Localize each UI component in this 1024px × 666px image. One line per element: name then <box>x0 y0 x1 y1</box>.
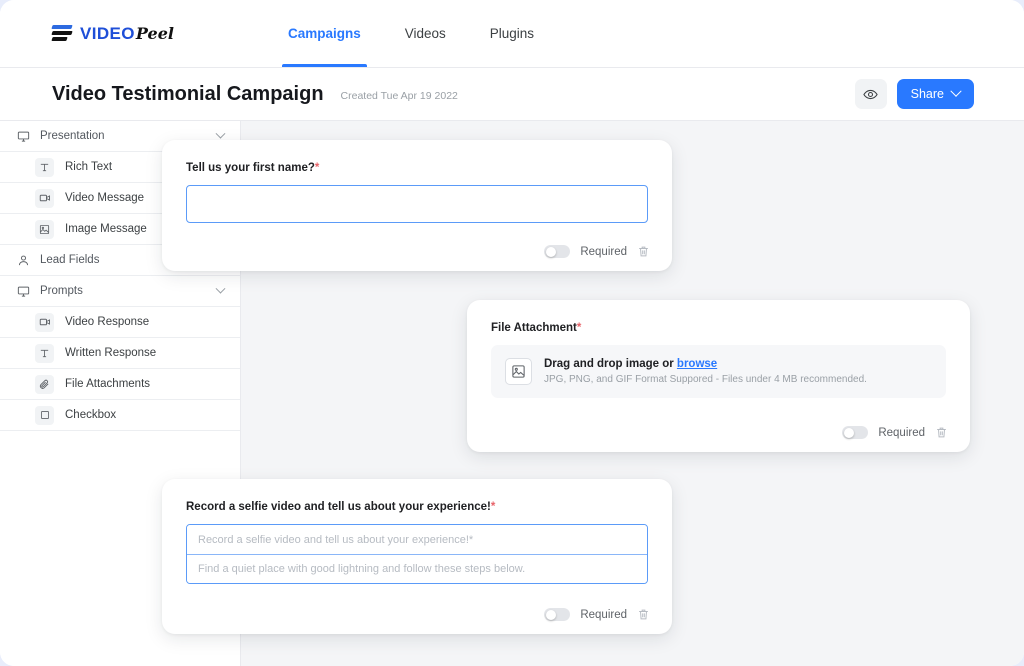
delete-button[interactable] <box>637 245 650 258</box>
card-first-name: Tell us your first name?* Required <box>162 140 672 271</box>
sidebar-item-label: Image Message <box>65 223 147 235</box>
sidebar-item-checkbox[interactable]: Checkbox <box>0 400 240 431</box>
page-title: Video Testimonial Campaign <box>52 83 324 106</box>
sidebar-item-label: Checkbox <box>65 409 116 421</box>
image-icon <box>35 220 54 239</box>
sidebar-item-label: File Attachments <box>65 378 150 390</box>
tab-plugins[interactable]: Plugins <box>468 0 556 67</box>
chevron-down-icon[interactable] <box>216 283 226 293</box>
sidebar-group-prompts[interactable]: Prompts <box>0 276 240 307</box>
sidebar-item-written-response[interactable]: Written Response <box>0 338 240 369</box>
dropzone-subtitle: JPG, PNG, and GIF Format Suppored - File… <box>544 374 867 385</box>
video-camera-icon <box>35 189 54 208</box>
required-asterisk: * <box>577 322 581 334</box>
sidebar-item-file-attachments[interactable]: File Attachments <box>0 369 240 400</box>
video-prompt-input[interactable] <box>187 525 647 554</box>
tab-videos[interactable]: Videos <box>383 0 468 67</box>
video-hint-input[interactable] <box>187 554 647 583</box>
delete-button[interactable] <box>935 426 948 439</box>
field-label-text: Tell us your first name? <box>186 162 315 174</box>
field-label: Record a selfie video and tell us about … <box>186 501 648 513</box>
text-icon <box>35 158 54 177</box>
dropzone-title-text: Drag and drop image or <box>544 358 677 370</box>
required-toggle[interactable] <box>544 608 570 621</box>
required-asterisk: * <box>491 501 495 513</box>
required-label: Required <box>878 427 925 439</box>
dropzone-text: Drag and drop image or browse JPG, PNG, … <box>544 358 867 385</box>
video-prompt-inputs <box>186 524 648 584</box>
delete-button[interactable] <box>637 608 650 621</box>
trash-icon <box>935 426 948 439</box>
checkbox-icon <box>35 406 54 425</box>
first-name-input[interactable] <box>186 185 648 223</box>
sidebar-item-label: Written Response <box>65 347 156 359</box>
browse-link[interactable]: browse <box>677 358 717 370</box>
card-footer: Required <box>842 426 948 439</box>
image-icon <box>505 358 532 385</box>
eye-icon <box>863 87 878 102</box>
nav-tabs: Campaigns Videos Plugins <box>266 0 556 67</box>
chevron-down-icon <box>950 86 961 97</box>
logo-text-primary: VIDEO <box>80 24 135 44</box>
top-navigation-bar: VIDEO Peel Campaigns Videos Plugins <box>0 0 1024 68</box>
required-toggle[interactable] <box>842 426 868 439</box>
trash-icon <box>637 245 650 258</box>
required-label: Required <box>580 246 627 258</box>
created-date: Created Tue Apr 19 2022 <box>341 86 458 102</box>
share-button[interactable]: Share <box>897 79 974 109</box>
sidebar-item-video-response[interactable]: Video Response <box>0 307 240 338</box>
card-footer: Required <box>544 608 650 621</box>
sidebar-item-label: Rich Text <box>65 161 112 173</box>
dropzone-title: Drag and drop image or browse <box>544 358 867 370</box>
tab-campaigns[interactable]: Campaigns <box>266 0 383 67</box>
card-video-response: Record a selfie video and tell us about … <box>162 479 672 634</box>
required-label: Required <box>580 609 627 621</box>
campaign-title-bar: Video Testimonial Campaign Created Tue A… <box>0 68 1024 121</box>
monitor-icon <box>16 284 30 298</box>
required-asterisk: * <box>315 162 319 174</box>
field-label-text: File Attachment <box>491 322 577 334</box>
logo-text-secondary: Peel <box>136 24 174 43</box>
sidebar-item-label: Video Response <box>65 316 149 328</box>
card-footer: Required <box>544 245 650 258</box>
sidebar-group-label: Prompts <box>40 285 83 297</box>
videopeel-logo-icon <box>52 24 74 44</box>
monitor-icon <box>16 129 30 143</box>
app-window: VIDEO Peel Campaigns Videos Plugins Vide… <box>0 0 1024 666</box>
preview-button[interactable] <box>855 79 887 109</box>
chevron-down-icon[interactable] <box>216 128 226 138</box>
sidebar-group-label: Presentation <box>40 130 105 142</box>
text-icon <box>35 344 54 363</box>
video-camera-icon <box>35 313 54 332</box>
sidebar-item-label: Lead Fields <box>40 254 99 266</box>
trash-icon <box>637 608 650 621</box>
paperclip-icon <box>35 375 54 394</box>
title-bar-actions: Share <box>855 79 974 109</box>
card-file-attachment: File Attachment* Drag and drop image or … <box>467 300 970 452</box>
field-label: Tell us your first name?* <box>186 162 648 174</box>
person-icon <box>16 253 30 267</box>
share-button-label: Share <box>911 87 944 101</box>
app-logo[interactable]: VIDEO Peel <box>52 24 174 44</box>
file-dropzone[interactable]: Drag and drop image or browse JPG, PNG, … <box>491 345 946 398</box>
sidebar-item-label: Video Message <box>65 192 144 204</box>
field-label-text: Record a selfie video and tell us about … <box>186 501 491 513</box>
field-label: File Attachment* <box>491 322 946 334</box>
required-toggle[interactable] <box>544 245 570 258</box>
